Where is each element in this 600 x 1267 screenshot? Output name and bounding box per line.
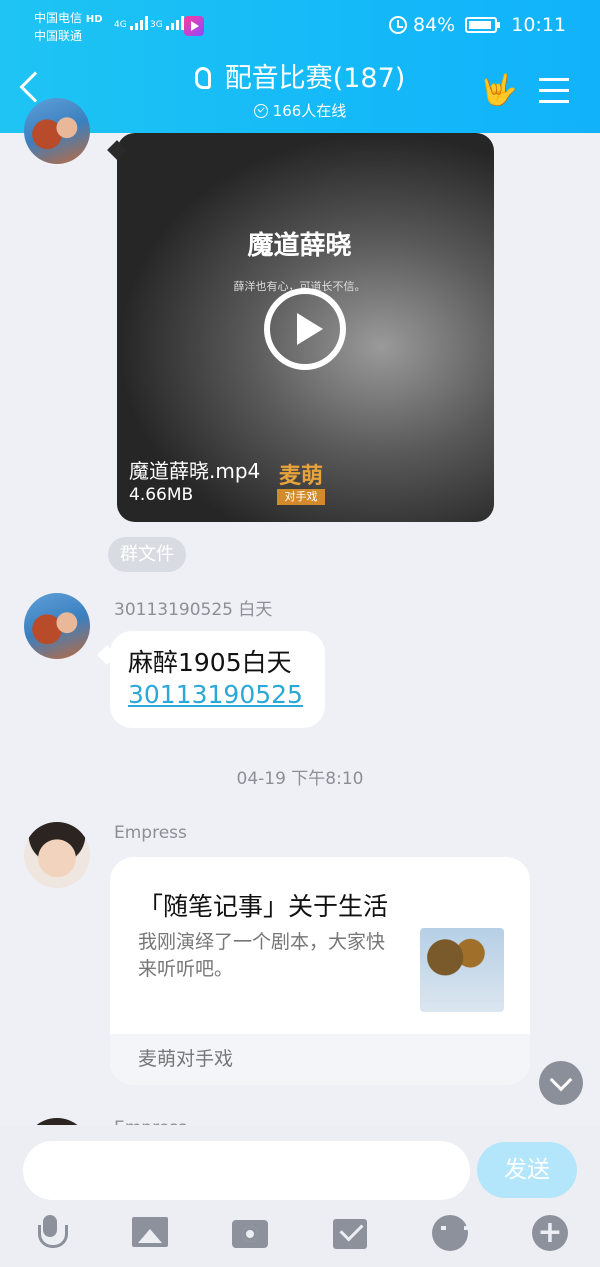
microphone-icon[interactable] xyxy=(30,1213,70,1253)
page-title[interactable]: 配音比赛(187) xyxy=(225,63,406,94)
chat-header: 中国电信 HD 中国联通 4G 3G 84% 10:11 配音比赛(187) 1… xyxy=(0,0,600,133)
plus-icon[interactable] xyxy=(530,1213,570,1253)
menu-icon[interactable] xyxy=(539,78,569,104)
status-bar: 中国电信 HD 中国联通 4G 3G 84% 10:11 xyxy=(0,8,600,48)
text-bubble[interactable]: 麻醉1905白天 30113190525 xyxy=(110,631,325,728)
alarm-icon xyxy=(389,16,407,34)
scroll-down-icon[interactable] xyxy=(539,1061,583,1105)
card-source: 麦萌对手戏 xyxy=(110,1034,530,1085)
video-cover-title: 魔道薛晓 xyxy=(247,231,352,261)
signal-4g-icon: 4G xyxy=(114,16,148,30)
clock: 10:11 xyxy=(511,14,566,36)
net-3g-label: 3G xyxy=(150,20,163,30)
video-filename: 魔道薛晓.mp4 xyxy=(129,459,261,483)
message-text: 麻醉1905白天 xyxy=(128,648,292,677)
card-title: 「随笔记事」关于生活 xyxy=(138,892,389,921)
toolbar xyxy=(0,1213,600,1253)
online-text: 166人在线 xyxy=(272,102,347,120)
hand-gesture-icon[interactable]: 🤟 xyxy=(480,74,517,108)
group-file-chip[interactable]: 群文件 xyxy=(108,537,186,572)
maimeng-logo: 麦萌 对手戏 xyxy=(277,464,325,505)
message-link[interactable]: 30113190525 xyxy=(128,679,325,711)
video-message[interactable]: 魔道薛晓 薛洋也有心，可道长不信。 魔道薛晓.mp4 4.66MB 麦萌 对手戏 xyxy=(117,133,494,522)
message-timestamp: 04-19 下午8:10 xyxy=(236,769,364,789)
status-right: 84% 10:11 xyxy=(389,14,566,36)
envelope-icon[interactable] xyxy=(330,1213,370,1253)
sender-name: 30113190525 白天 xyxy=(114,600,273,620)
card-description: 我刚演绎了一个剧本，大家快来听听吧。 xyxy=(138,931,386,980)
camera-icon[interactable] xyxy=(230,1213,270,1253)
play-icon[interactable] xyxy=(264,288,346,370)
carrier-2: 中国联通 xyxy=(34,29,83,43)
image-icon[interactable] xyxy=(130,1213,170,1253)
signal-3g-icon: 3G xyxy=(150,16,184,30)
avatar[interactable] xyxy=(24,822,90,888)
video-filesize: 4.66MB xyxy=(129,485,194,505)
video-app-icon xyxy=(184,16,204,36)
ear-icon xyxy=(194,67,211,89)
avatar[interactable] xyxy=(24,593,90,659)
battery-percent: 84% xyxy=(413,14,456,36)
share-card[interactable]: 「随笔记事」关于生活 我刚演绎了一个剧本，大家快来听听吧。 麦萌对手戏 xyxy=(110,857,530,1085)
battery-icon xyxy=(465,17,501,33)
send-button[interactable]: 发送 xyxy=(477,1142,577,1198)
carrier-1: 中国电信 xyxy=(34,11,83,25)
emoji-icon[interactable] xyxy=(430,1213,470,1253)
sender-name: Empress xyxy=(114,823,187,843)
net-4g-label: 4G xyxy=(114,20,127,30)
avatar[interactable] xyxy=(24,98,90,164)
input-bar: 发送 xyxy=(0,1125,600,1267)
hd-tag: HD xyxy=(85,14,103,25)
card-thumbnail xyxy=(420,928,504,1012)
online-check-icon xyxy=(253,104,268,118)
message-input[interactable] xyxy=(23,1141,470,1200)
carrier-info: 中国电信 HD 中国联通 xyxy=(34,10,103,45)
